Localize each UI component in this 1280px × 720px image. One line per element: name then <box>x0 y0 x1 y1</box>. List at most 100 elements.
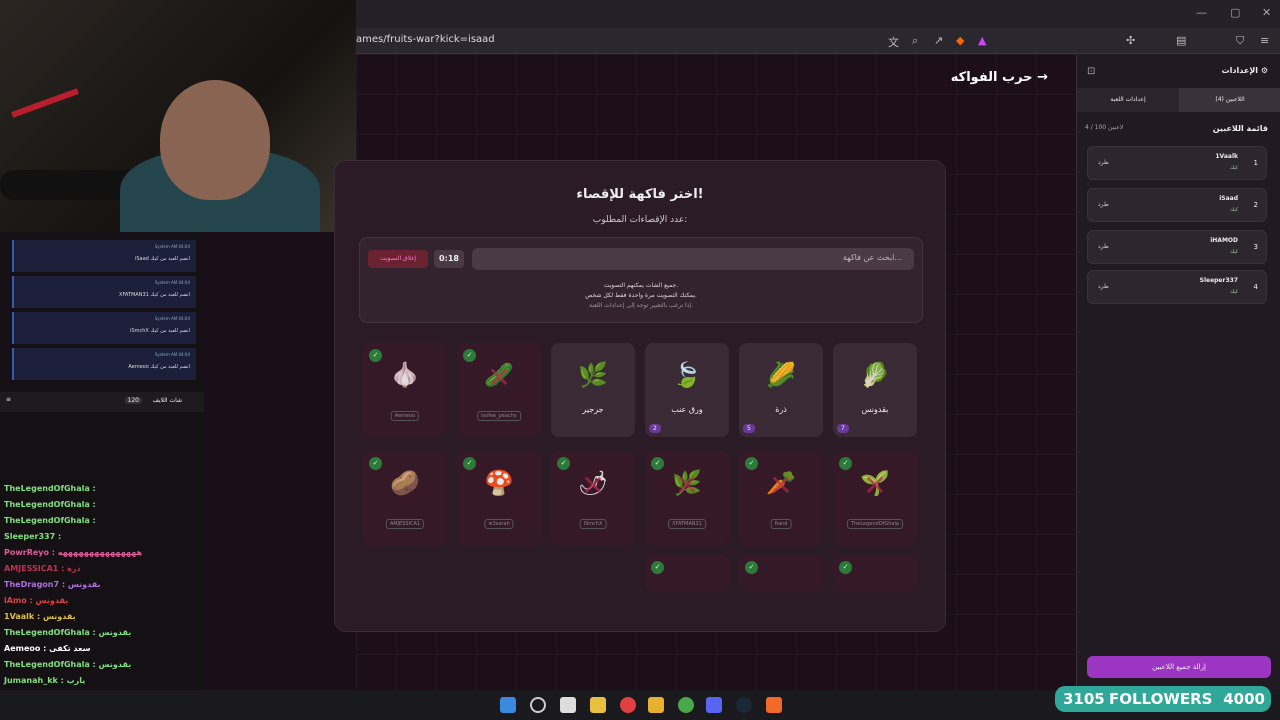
player-row: 2 iSaad كيك طرد <box>1087 188 1267 222</box>
share-icon[interactable]: ↗ <box>934 34 943 47</box>
x-mark-icon: ✕ <box>675 469 699 502</box>
settings-sidebar: ⊡ الإعدادات ⚙ اللاعبين (4) إعدادات اللعب… <box>1076 54 1280 690</box>
fruit-card[interactable]: 🌽 ذرة 5 <box>739 343 823 437</box>
eliminated-fruit-card: ✓ <box>833 555 917 591</box>
close-vote-button[interactable]: إغلاق التصويت <box>368 250 428 268</box>
kick-button[interactable]: طرد <box>1098 283 1109 290</box>
chat-line: TheLegendOfGhala : <box>4 500 96 509</box>
chat-line: Sleeper337 : <box>4 532 62 541</box>
fruit-search-input[interactable]: ابحث عن فاكهة... <box>472 248 914 270</box>
card-title: اختر فاكهة للإقصاء! <box>576 187 704 202</box>
eliminator-tag: TheLegendOfGhala <box>847 519 903 529</box>
check-icon: ✓ <box>839 561 852 574</box>
brave-shield-icon[interactable]: ◆ <box>956 34 964 47</box>
sidebar-header: الإعدادات ⚙ <box>1221 66 1268 75</box>
arrow-right-icon: → <box>1037 70 1048 85</box>
back-title[interactable]: حرب الفواكه → <box>951 70 1048 85</box>
sidebar-icon[interactable]: ▤ <box>1176 34 1186 47</box>
steam-icon[interactable] <box>736 697 752 713</box>
kick-button[interactable]: طرد <box>1098 201 1109 208</box>
close-icon[interactable]: ✕ <box>1262 6 1271 19</box>
eliminated-fruit-card: ✓ 🍄 w3sarah <box>457 451 541 545</box>
windows-start-icon[interactable] <box>500 697 516 713</box>
followers-count: 3105 <box>1063 690 1105 708</box>
explorer-icon[interactable] <box>590 697 606 713</box>
kick-button[interactable]: طرد <box>1098 243 1109 250</box>
search-icon[interactable] <box>530 697 546 713</box>
vote-count: 5 <box>743 424 755 433</box>
vote-timer: 0:18 <box>434 250 464 268</box>
sidebar-tabs: اللاعبين (4) إعدادات اللعبة <box>1077 88 1280 112</box>
translate-icon[interactable]: 文 <box>888 34 899 50</box>
followers-goal: 4000 <box>1223 690 1265 708</box>
discord-icon[interactable] <box>706 697 722 713</box>
live-chat-header: ≡ شات اللايف 120 <box>0 392 204 412</box>
player-row: 1 1Vaalk كيك طرد <box>1087 146 1267 180</box>
grape-leaf-icon: 🍃 <box>672 361 702 389</box>
eliminator-tag: AMJESSICA1 <box>385 519 425 529</box>
chat-line: TheLegendOfGhala : <box>4 484 96 493</box>
fruit-card[interactable]: 🥬 بقدونس 7 <box>833 343 917 437</box>
system-message: System AM 04:04 Aemeoo انضم للعبة من كيك <box>12 348 196 380</box>
chat-line: PowrReyo : هههههههههههههههه <box>4 548 143 557</box>
browser-tabbar: — ▢ ✕ <box>356 0 1280 28</box>
extensions-icon[interactable]: ✣ <box>1126 34 1135 47</box>
chat-line: 1Vaalk : بقدونس <box>4 612 76 621</box>
plant-icon: 🍄 <box>484 469 514 497</box>
chat-line: Jumanah_kk : يارب <box>4 676 86 685</box>
chat-line: TheLegendOfGhala : بقدونس <box>4 660 132 669</box>
garlic-icon: 🧄 <box>390 361 420 389</box>
chrome-icon[interactable] <box>678 697 694 713</box>
rewards-icon[interactable]: ▲ <box>978 34 986 47</box>
tab-players[interactable]: اللاعبين (4) <box>1179 88 1280 112</box>
eliminator-tag: iSmchX <box>579 519 607 529</box>
arugula-icon: 🌿 <box>578 361 608 389</box>
shield-icon[interactable]: ⛉ <box>1236 34 1244 48</box>
microphone <box>0 170 140 200</box>
eliminator-tag: w3sarah <box>484 519 514 529</box>
streamer-face <box>160 80 270 200</box>
vote-note: إذا ترغب بالتغيير توجه إلى إعدادات اللعب… <box>589 302 693 309</box>
menu-icon[interactable]: ≡ <box>1260 34 1269 47</box>
kick-button[interactable]: طرد <box>1098 159 1109 166</box>
follower-goal-overlay: 3105 FOLLOWERS 4000 <box>1055 686 1271 712</box>
system-message: System AM 04:04 XFATMAN31 انضم للعبة من ك… <box>12 276 196 308</box>
eliminated-fruit-card: ✓ 🌱 ✕ TheLegendOfGhala <box>833 451 917 545</box>
x-mark-icon: ✕ <box>581 469 605 502</box>
eliminated-fruit-card: ✓ 🧄 Aemeoo <box>363 343 447 437</box>
task-view-icon[interactable] <box>560 697 576 713</box>
vote-note: يمكنك التصويت مرة واحدة فقط لكل شخص. <box>585 292 697 299</box>
vote-count: 2 <box>649 424 661 433</box>
chat-line: TheLegendOfGhala : بقدونس <box>4 628 132 637</box>
chat-line: TheLegendOfGhala : <box>4 516 96 525</box>
check-icon: ✓ <box>745 561 758 574</box>
fruit-card[interactable]: 🌿 جرجير <box>551 343 635 437</box>
parsley-icon: 🥬 <box>860 361 890 389</box>
players-count: 4 / 100 لاعبين <box>1085 124 1124 131</box>
folder-icon[interactable] <box>648 697 664 713</box>
eliminated-fruit-card: ✓ 🥕 ✕ Rand <box>739 451 823 545</box>
maximize-icon[interactable]: ▢ <box>1230 6 1240 19</box>
x-mark-icon: ✕ <box>487 361 511 394</box>
plant-icon: 🥔 <box>390 469 420 497</box>
gear-icon: ⚙ <box>1260 66 1268 75</box>
vote-count: 7 <box>837 424 849 433</box>
chat-line: TheDragon7 : بقدونس <box>4 580 101 589</box>
chat-overlay: System AM 04:04 iSaad انضم للعبة من كيك S… <box>0 232 204 690</box>
collapse-icon[interactable]: ⊡ <box>1087 66 1095 77</box>
eliminator-tag: Aemeoo <box>390 411 420 421</box>
address-bar[interactable]: ames/fruits-war?kick=isaad 文 ⌕ ↗ ◆ ▲ ✣ ▤… <box>356 28 1280 54</box>
eliminator-tag: isofee_peachy <box>477 411 521 421</box>
obs-icon[interactable] <box>620 697 636 713</box>
fruit-card[interactable]: 🍃 ورق عنب 2 <box>645 343 729 437</box>
eliminated-fruit-card: ✓ <box>645 555 729 591</box>
tab-settings[interactable]: إعدادات اللعبة <box>1077 88 1179 112</box>
zoom-icon[interactable]: ⌕ <box>912 34 918 48</box>
player-row: 4 Sleeper337 كيك طرد <box>1087 270 1267 304</box>
mic-arm <box>11 88 79 118</box>
minimize-icon[interactable]: — <box>1196 6 1207 19</box>
url-text[interactable]: ames/fruits-war?kick=isaad <box>356 34 495 45</box>
brave-icon[interactable] <box>766 697 782 713</box>
chat-line: Aemeoo : سعد تكفى <box>4 644 91 653</box>
remove-all-players-button[interactable]: إزالة جميع اللاعبين <box>1087 656 1271 678</box>
